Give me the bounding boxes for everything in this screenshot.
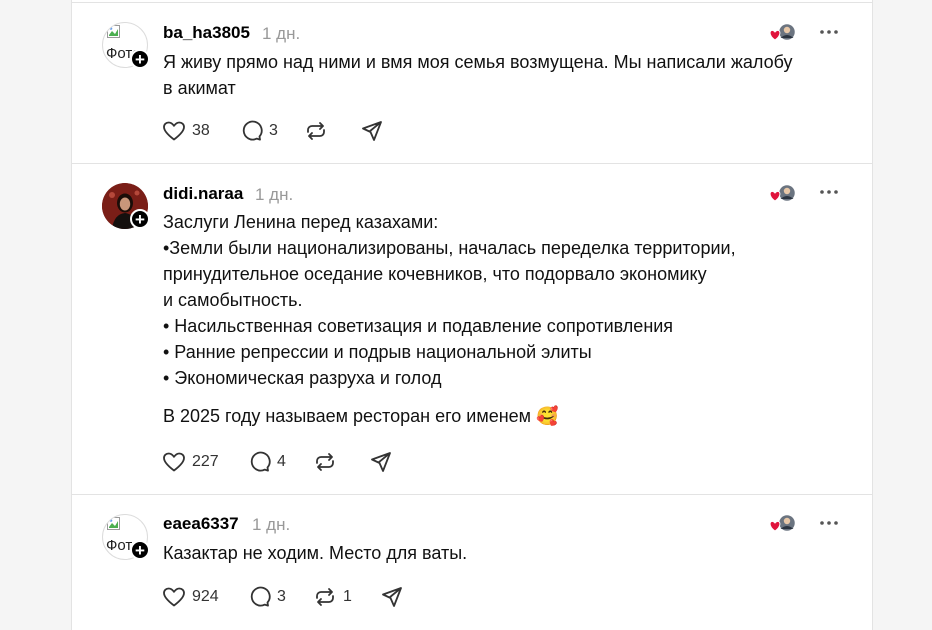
post-body: Заслуги Ленина перед казахами: •Земли бы… — [163, 209, 823, 429]
post-line: • Насильственная советизация и подавлени… — [163, 316, 674, 336]
heart-icon — [163, 587, 185, 607]
post-2: + didi.naraa 1 дн. Заслуги Ленина перед … — [72, 164, 872, 495]
comment-icon — [250, 451, 271, 472]
heart-icon — [163, 121, 185, 141]
repost-icon — [316, 453, 334, 471]
share-button[interactable] — [360, 119, 384, 143]
post-body: Я живу прямо над ними и вмя моя семья во… — [163, 49, 823, 101]
username[interactable]: ba_ha3805 — [163, 23, 250, 43]
like-button[interactable]: 924 — [162, 585, 219, 609]
comment-icon — [242, 120, 263, 141]
post-line: Заслуги Ленина перед казахами: — [163, 212, 439, 232]
liked-by-avatar-icon[interactable] — [769, 182, 797, 204]
post-line: В 2025 году называем ресторан его именем… — [163, 406, 559, 426]
comment-icon — [250, 586, 271, 607]
post-line: Я живу прямо над ними и вмя моя семья во… — [163, 52, 793, 72]
post-time[interactable]: 1 дн. — [262, 24, 300, 44]
reply-count: 3 — [277, 588, 286, 605]
username[interactable]: didi.naraa — [163, 184, 243, 204]
post-line: принудительное оседание кочевников, что … — [163, 264, 707, 284]
threads-feed: Фото + ba_ha3805 1 дн. Я живу прямо над … — [71, 0, 873, 630]
like-count: 38 — [192, 122, 210, 139]
like-count: 924 — [192, 588, 219, 605]
repost-count: 1 — [343, 588, 352, 605]
heart-icon — [163, 452, 185, 472]
post-line: и самобытность. — [163, 290, 303, 310]
share-icon — [362, 121, 382, 141]
share-button[interactable] — [369, 450, 393, 474]
like-button[interactable]: 227 — [162, 450, 219, 474]
repost-button[interactable] — [304, 119, 328, 143]
more-options-icon[interactable] — [816, 25, 842, 39]
reply-count: 4 — [277, 453, 286, 470]
liked-by-avatar-icon[interactable] — [769, 512, 797, 534]
post-line: в акимат — [163, 78, 236, 98]
share-icon — [371, 452, 391, 472]
share-icon — [382, 587, 402, 607]
post-1: Фото + ba_ha3805 1 дн. Я живу прямо над … — [72, 3, 872, 164]
username[interactable]: eaea6337 — [163, 514, 239, 534]
repost-icon — [307, 122, 325, 140]
post-time[interactable]: 1 дн. — [252, 515, 290, 535]
follow-plus-button[interactable]: + — [130, 49, 150, 69]
repost-icon — [316, 588, 334, 606]
like-button[interactable]: 38 — [162, 119, 210, 143]
more-options-icon[interactable] — [816, 185, 842, 199]
post-line: • Экономическая разруха и голод — [163, 368, 442, 388]
follow-plus-button[interactable]: + — [130, 209, 150, 229]
post-3: Фото + eaea6337 1 дн. Казактар не ходим.… — [72, 495, 872, 630]
reply-count: 3 — [269, 122, 278, 139]
share-button[interactable] — [380, 585, 404, 609]
post-body: Казактар не ходим. Место для ваты. — [163, 540, 823, 566]
post-line: Казактар не ходим. Место для ваты. — [163, 543, 468, 563]
more-options-icon[interactable] — [816, 516, 842, 530]
broken-image-icon — [107, 25, 120, 38]
reply-button[interactable]: 4 — [247, 450, 286, 474]
repost-button[interactable] — [313, 450, 337, 474]
reply-button[interactable]: 3 — [239, 119, 278, 143]
post-line: •Земли были национализированы, началась … — [163, 238, 736, 258]
reply-button[interactable]: 3 — [247, 585, 286, 609]
broken-image-icon — [107, 517, 120, 530]
like-count: 227 — [192, 453, 219, 470]
post-line: • Ранние репрессии и подрыв национальной… — [163, 342, 592, 362]
liked-by-avatar-icon[interactable] — [769, 21, 797, 43]
follow-plus-button[interactable]: + — [130, 540, 150, 560]
repost-button[interactable]: 1 — [313, 585, 352, 609]
post-time[interactable]: 1 дн. — [255, 185, 293, 205]
